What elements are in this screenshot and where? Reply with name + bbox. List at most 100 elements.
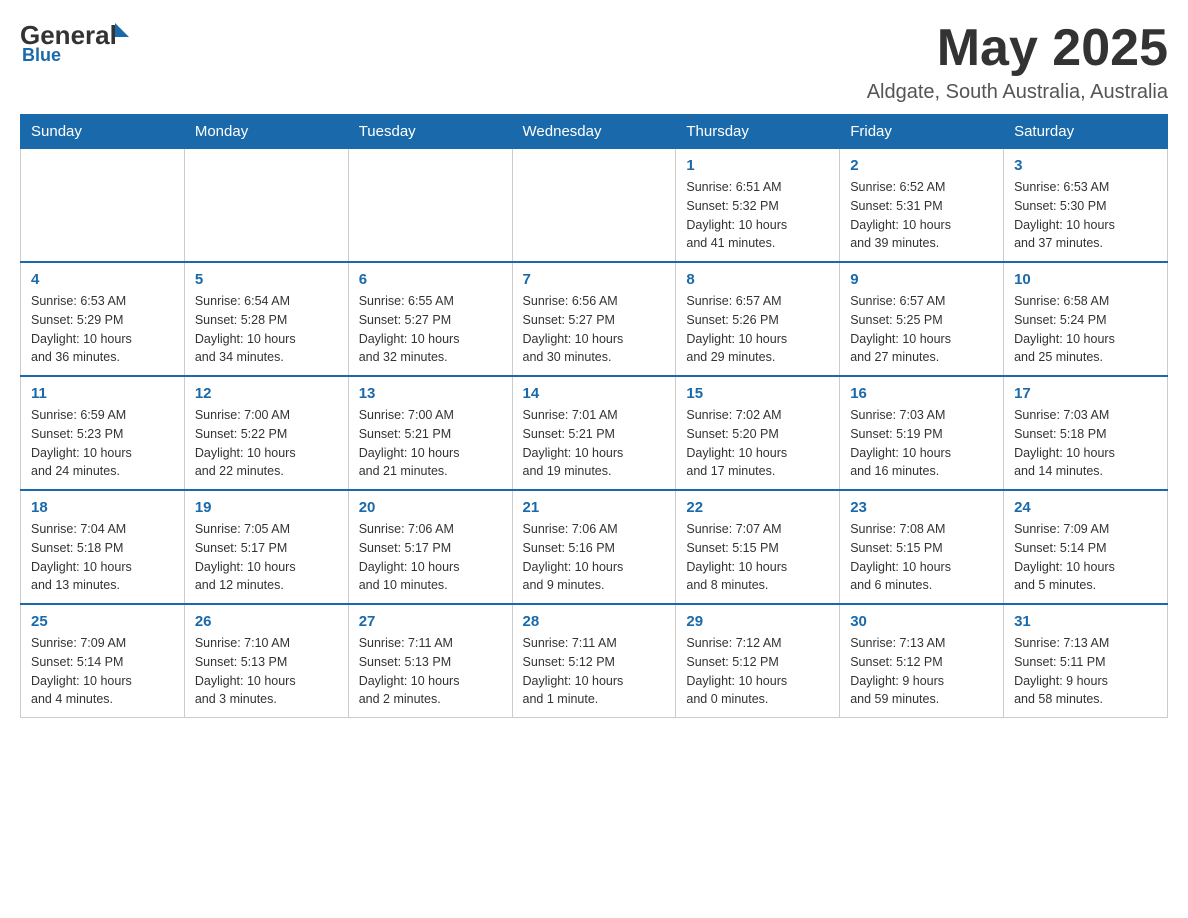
table-row: 3 Sunrise: 6:53 AMSunset: 5:30 PMDaylight… [1004,149,1168,263]
day-number: 13 [359,385,502,402]
table-row [184,149,348,263]
table-row: 29 Sunrise: 7:12 AMSunset: 5:12 PMDayligh… [676,604,840,718]
day-info: Sunrise: 6:55 AMSunset: 5:27 PMDaylight:… [359,292,502,367]
day-info: Sunrise: 7:13 AMSunset: 5:12 PMDaylight:… [850,634,993,709]
day-number: 27 [359,613,502,630]
calendar-week-row: 4 Sunrise: 6:53 AMSunset: 5:29 PMDaylight… [21,262,1168,376]
table-row: 28 Sunrise: 7:11 AMSunset: 5:12 PMDayligh… [512,604,676,718]
table-row: 26 Sunrise: 7:10 AMSunset: 5:13 PMDayligh… [184,604,348,718]
table-row: 31 Sunrise: 7:13 AMSunset: 5:11 PMDayligh… [1004,604,1168,718]
day-info: Sunrise: 7:11 AMSunset: 5:13 PMDaylight:… [359,634,502,709]
table-row: 23 Sunrise: 7:08 AMSunset: 5:15 PMDayligh… [840,490,1004,604]
calendar-week-row: 1 Sunrise: 6:51 AMSunset: 5:32 PMDaylight… [21,149,1168,263]
table-row: 21 Sunrise: 7:06 AMSunset: 5:16 PMDayligh… [512,490,676,604]
day-number: 28 [523,613,666,630]
day-number: 21 [523,499,666,516]
table-row: 13 Sunrise: 7:00 AMSunset: 5:21 PMDayligh… [348,376,512,490]
day-info: Sunrise: 7:11 AMSunset: 5:12 PMDaylight:… [523,634,666,709]
day-number: 19 [195,499,338,516]
calendar-week-row: 18 Sunrise: 7:04 AMSunset: 5:18 PMDayligh… [21,490,1168,604]
day-number: 16 [850,385,993,402]
table-row: 7 Sunrise: 6:56 AMSunset: 5:27 PMDaylight… [512,262,676,376]
table-row: 18 Sunrise: 7:04 AMSunset: 5:18 PMDayligh… [21,490,185,604]
col-tuesday: Tuesday [348,115,512,149]
calendar-table: Sunday Monday Tuesday Wednesday Thursday… [20,114,1168,718]
table-row: 8 Sunrise: 6:57 AMSunset: 5:26 PMDaylight… [676,262,840,376]
day-number: 26 [195,613,338,630]
day-info: Sunrise: 6:57 AMSunset: 5:26 PMDaylight:… [686,292,829,367]
day-number: 20 [359,499,502,516]
day-info: Sunrise: 6:59 AMSunset: 5:23 PMDaylight:… [31,406,174,481]
table-row: 6Sunrise: 6:55 AMSunset: 5:27 PMDaylight… [348,262,512,376]
day-number: 14 [523,385,666,402]
day-number: 2 [850,157,993,174]
calendar-week-row: 25 Sunrise: 7:09 AMSunset: 5:14 PMDayligh… [21,604,1168,718]
table-row: 30 Sunrise: 7:13 AMSunset: 5:12 PMDayligh… [840,604,1004,718]
day-info: Sunrise: 6:52 AMSunset: 5:31 PMDaylight:… [850,178,993,253]
day-number: 24 [1014,499,1157,516]
day-info: Sunrise: 7:13 AMSunset: 5:11 PMDaylight:… [1014,634,1157,709]
day-info: Sunrise: 6:54 AMSunset: 5:28 PMDaylight:… [195,292,338,367]
table-row [512,149,676,263]
day-number: 23 [850,499,993,516]
calendar-header-row: Sunday Monday Tuesday Wednesday Thursday… [21,115,1168,149]
logo-arrow-icon [115,23,129,37]
table-row: 22Sunrise: 7:07 AMSunset: 5:15 PMDayligh… [676,490,840,604]
title-section: May 2025 Aldgate, South Australia, Austr… [867,20,1168,104]
table-row: 27 Sunrise: 7:11 AMSunset: 5:13 PMDayligh… [348,604,512,718]
day-info: Sunrise: 7:08 AMSunset: 5:15 PMDaylight:… [850,520,993,595]
month-year-title: May 2025 [867,20,1168,77]
table-row: 19Sunrise: 7:05 AMSunset: 5:17 PMDayligh… [184,490,348,604]
table-row: 4 Sunrise: 6:53 AMSunset: 5:29 PMDaylight… [21,262,185,376]
day-number: 22 [686,499,829,516]
page-header: General Blue May 2025 Aldgate, South Aus… [20,20,1168,104]
location-subtitle: Aldgate, South Australia, Australia [867,81,1168,104]
day-info: Sunrise: 7:00 AMSunset: 5:21 PMDaylight:… [359,406,502,481]
day-number: 1 [686,157,829,174]
col-saturday: Saturday [1004,115,1168,149]
day-number: 11 [31,385,174,402]
day-info: Sunrise: 6:56 AMSunset: 5:27 PMDaylight:… [523,292,666,367]
day-info: Sunrise: 6:51 AMSunset: 5:32 PMDaylight:… [686,178,829,253]
day-info: Sunrise: 7:09 AMSunset: 5:14 PMDaylight:… [1014,520,1157,595]
table-row: 5Sunrise: 6:54 AMSunset: 5:28 PMDaylight… [184,262,348,376]
day-number: 31 [1014,613,1157,630]
logo: General Blue [20,20,129,66]
table-row: 2 Sunrise: 6:52 AMSunset: 5:31 PMDaylight… [840,149,1004,263]
day-info: Sunrise: 7:03 AMSunset: 5:19 PMDaylight:… [850,406,993,481]
day-info: Sunrise: 7:09 AMSunset: 5:14 PMDaylight:… [31,634,174,709]
table-row: 20 Sunrise: 7:06 AMSunset: 5:17 PMDayligh… [348,490,512,604]
day-number: 18 [31,499,174,516]
day-number: 3 [1014,157,1157,174]
day-number: 7 [523,271,666,288]
table-row: 1 Sunrise: 6:51 AMSunset: 5:32 PMDaylight… [676,149,840,263]
table-row [348,149,512,263]
table-row: 14Sunrise: 7:01 AMSunset: 5:21 PMDayligh… [512,376,676,490]
day-info: Sunrise: 7:00 AMSunset: 5:22 PMDaylight:… [195,406,338,481]
day-number: 8 [686,271,829,288]
logo-blue-text: Blue [22,45,129,66]
day-info: Sunrise: 7:04 AMSunset: 5:18 PMDaylight:… [31,520,174,595]
day-number: 30 [850,613,993,630]
table-row: 24 Sunrise: 7:09 AMSunset: 5:14 PMDayligh… [1004,490,1168,604]
day-info: Sunrise: 7:06 AMSunset: 5:16 PMDaylight:… [523,520,666,595]
day-number: 15 [686,385,829,402]
day-number: 17 [1014,385,1157,402]
day-info: Sunrise: 7:10 AMSunset: 5:13 PMDaylight:… [195,634,338,709]
col-monday: Monday [184,115,348,149]
col-sunday: Sunday [21,115,185,149]
day-info: Sunrise: 7:03 AMSunset: 5:18 PMDaylight:… [1014,406,1157,481]
table-row: 25 Sunrise: 7:09 AMSunset: 5:14 PMDayligh… [21,604,185,718]
day-info: Sunrise: 6:53 AMSunset: 5:29 PMDaylight:… [31,292,174,367]
table-row [21,149,185,263]
day-info: Sunrise: 7:02 AMSunset: 5:20 PMDaylight:… [686,406,829,481]
day-number: 10 [1014,271,1157,288]
day-number: 25 [31,613,174,630]
day-info: Sunrise: 7:12 AMSunset: 5:12 PMDaylight:… [686,634,829,709]
day-info: Sunrise: 7:06 AMSunset: 5:17 PMDaylight:… [359,520,502,595]
day-number: 4 [31,271,174,288]
table-row: 16 Sunrise: 7:03 AMSunset: 5:19 PMDayligh… [840,376,1004,490]
day-info: Sunrise: 6:53 AMSunset: 5:30 PMDaylight:… [1014,178,1157,253]
day-number: 29 [686,613,829,630]
day-info: Sunrise: 6:57 AMSunset: 5:25 PMDaylight:… [850,292,993,367]
